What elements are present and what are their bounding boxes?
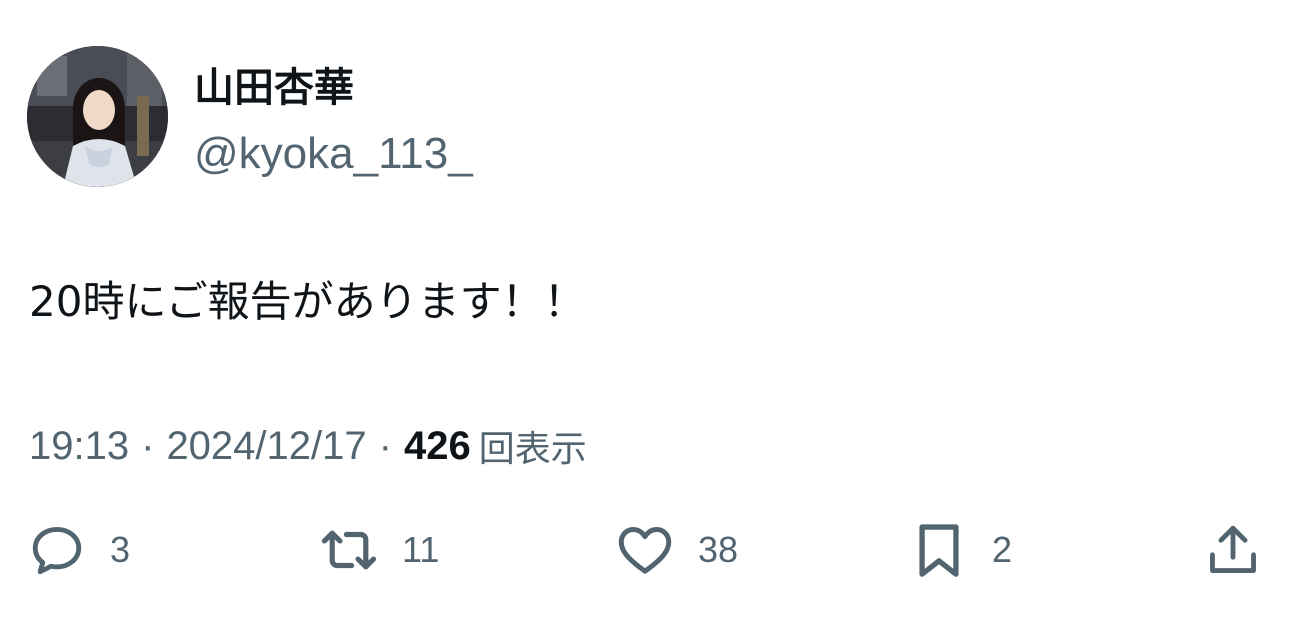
bookmark-icon xyxy=(908,519,970,581)
like-count: 38 xyxy=(698,529,739,570)
retweet-count: 11 xyxy=(402,529,440,570)
tweet-card: 山田杏華 @kyoka_113_ 20時にご報告があります！！ 19:13 · … xyxy=(0,0,1290,634)
bookmark-button[interactable]: 2 xyxy=(908,518,1012,582)
retweet-button[interactable]: 11 xyxy=(318,518,439,582)
display-name[interactable]: 山田杏華 xyxy=(194,62,354,114)
user-handle[interactable]: @kyoka_113_ xyxy=(194,128,473,180)
meta-separator: · xyxy=(378,423,392,468)
retweet-icon xyxy=(318,519,380,581)
avatar[interactable] xyxy=(27,46,168,187)
heart-icon xyxy=(614,519,676,581)
like-button[interactable]: 38 xyxy=(614,518,738,582)
tweet-meta: 19:13 · 2024/12/17 · 426 回表示 xyxy=(29,418,587,474)
views-label: 回表示 xyxy=(478,429,587,470)
share-icon xyxy=(1202,519,1264,581)
tweet-text: 20時にご報告があります！！ xyxy=(29,277,586,326)
share-button[interactable] xyxy=(1202,518,1264,582)
tweet-date[interactable]: 2024/12/17 xyxy=(166,424,366,469)
avatar-photo xyxy=(27,46,168,187)
tweet-time[interactable]: 19:13 xyxy=(29,424,129,469)
meta-separator: · xyxy=(141,423,155,468)
reply-icon xyxy=(26,519,88,581)
bookmark-count: 2 xyxy=(992,529,1013,570)
views-count[interactable]: 426 xyxy=(404,424,471,469)
reply-button[interactable]: 3 xyxy=(26,518,130,582)
reply-count: 3 xyxy=(110,529,131,570)
